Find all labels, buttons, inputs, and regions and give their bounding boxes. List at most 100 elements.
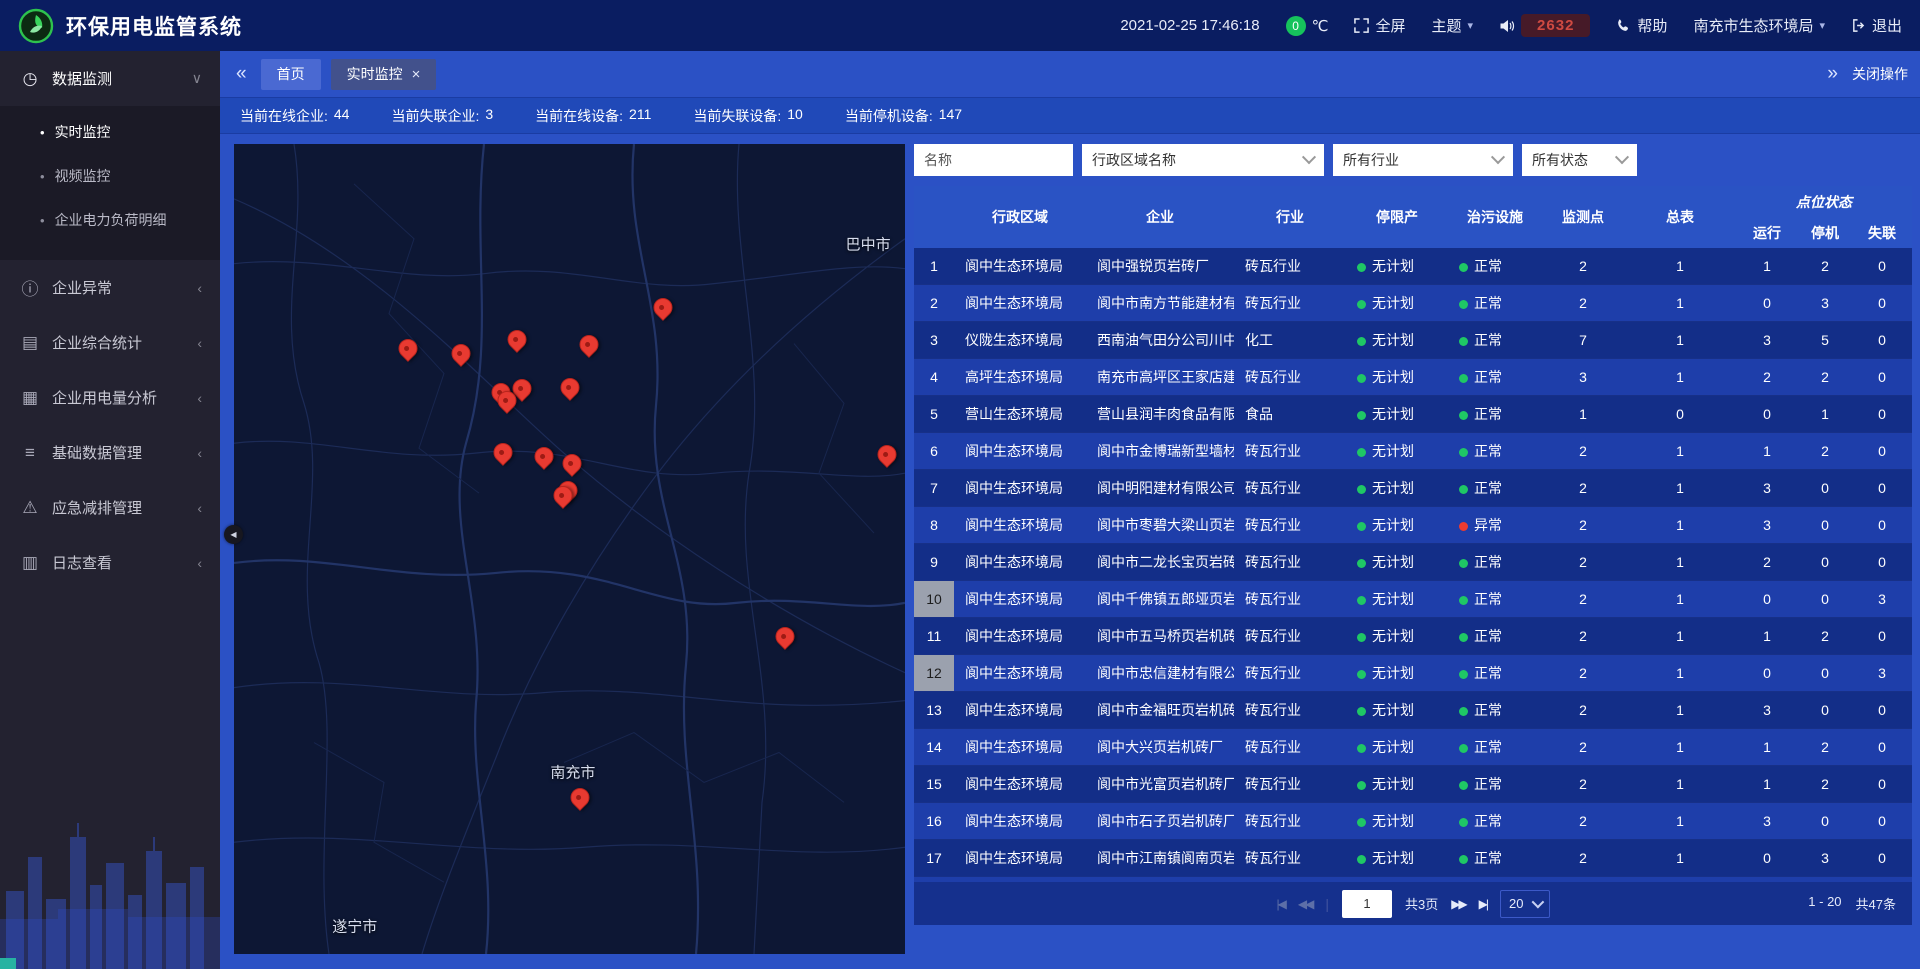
sidebar-item-label: 企业综合统计 (52, 332, 197, 353)
close-operations-button[interactable]: 关闭操作 (1852, 64, 1908, 84)
table-row[interactable]: 1阆中生态环境局阆中强锐页岩砖厂砖瓦行业无计划正常21120 (914, 248, 1912, 285)
table-row[interactable]: 3仪陇生态环境局西南油气田分公司川中化工无计划正常71350 (914, 322, 1912, 359)
sidebar-subitem-realtime-monitoring[interactable]: •实时监控 (0, 110, 220, 154)
chevron-down-icon (1531, 896, 1544, 909)
table-row[interactable]: 12阆中生态环境局阆中市忠信建材有限公砖瓦行业无计划正常21003 (914, 655, 1912, 692)
cell-bureau: 营山生态环境局 (954, 396, 1086, 433)
stat-offline-devices: 当前失联设备: 10 (693, 106, 802, 126)
sidebar-item-log-view[interactable]: ▥日志查看‹ (0, 535, 220, 590)
cell-running: 3 (1736, 803, 1798, 840)
cell-industry: 砖瓦行业 (1234, 766, 1346, 803)
stat-label: 当前失联设备: (693, 106, 781, 126)
cell-bureau: 阆中生态环境局 (954, 692, 1086, 729)
logout-button[interactable]: 退出 (1851, 15, 1902, 36)
plan-status-dot-icon (1357, 855, 1366, 864)
speaker-icon (1499, 18, 1515, 34)
table-row[interactable]: 7阆中生态环境局阆中明阳建材有限公司砖瓦行业无计划正常21300 (914, 470, 1912, 507)
sidebar-item-data-monitoring[interactable]: ◷数据监测∨ (0, 51, 220, 106)
cell-total-meters: 1 (1624, 433, 1736, 470)
plan-status-dot-icon (1357, 263, 1366, 272)
next-page-button[interactable]: ▶▶ (1451, 897, 1465, 911)
facility-status-dot-icon (1459, 744, 1468, 753)
cell-bureau: 阆中生态环境局 (954, 618, 1086, 655)
sidebar-item-enterprise-statistics[interactable]: ▤企业综合统计‹ (0, 315, 220, 370)
bullet-icon: • (40, 213, 45, 228)
sidebar-subitem-enterprise-power-load-detail[interactable]: •企业电力负荷明细 (0, 198, 220, 242)
cell-bureau: 阆中生态环境局 (954, 581, 1086, 618)
table-row[interactable]: 14阆中生态环境局阆中大兴页岩机砖厂砖瓦行业无计划正常21120 (914, 729, 1912, 766)
last-page-button[interactable]: ▶| (1479, 897, 1487, 911)
page-size-select[interactable]: 20 (1500, 890, 1549, 918)
status-select[interactable]: 所有状态 (1522, 144, 1637, 176)
tabs-scroll-left-button[interactable]: « (232, 63, 251, 85)
sidebar-item-basic-data-management[interactable]: ≡基础数据管理‹ (0, 425, 220, 480)
plan-status-dot-icon (1357, 670, 1366, 679)
cell-stopped: 2 (1798, 766, 1852, 803)
plan-status-dot-icon (1357, 374, 1366, 383)
prev-page-button[interactable]: ◀◀ (1298, 897, 1312, 911)
sidebar-item-emergency-reduction[interactable]: ⚠应急减排管理‹ (0, 480, 220, 535)
table-row[interactable]: 11阆中生态环境局阆中市五马桥页岩机砖砖瓦行业无计划正常21120 (914, 618, 1912, 655)
row-index: 4 (914, 359, 954, 396)
tab-close-icon[interactable]: × (412, 67, 421, 82)
table-row[interactable]: 5营山生态环境局营山县润丰肉食品有限食品无计划正常10010 (914, 396, 1912, 433)
map-collapse-button[interactable]: ◀ (224, 525, 243, 544)
tab-home[interactable]: 首页 (261, 59, 321, 90)
tab-realtime-monitoring[interactable]: 实时监控 × (331, 59, 437, 90)
table-row[interactable]: 4高坪生态环境局南充市高坪区王家店建砖瓦行业无计划正常31220 (914, 359, 1912, 396)
bullet-icon: • (40, 169, 45, 184)
tab-bar: « 首页 实时监控 × » 关闭操作 (220, 51, 1920, 97)
alert-indicator[interactable]: 2632 (1499, 14, 1590, 37)
cell-company: 南充市高坪区王家店建 (1086, 359, 1234, 396)
plan-status-dot-icon (1357, 633, 1366, 642)
table-row[interactable]: 2阆中生态环境局阆中市南方节能建材有砖瓦行业无计划正常21030 (914, 285, 1912, 322)
cell-pollution-facility: 正常 (1448, 655, 1542, 692)
logout-icon (1851, 18, 1866, 33)
table-row[interactable]: 9阆中生态环境局阆中市二龙长宝页岩砖砖瓦行业无计划正常21200 (914, 544, 1912, 581)
region-select[interactable]: 行政区域名称 (1082, 144, 1324, 176)
stat-label: 当前在线企业: (240, 106, 328, 126)
help-button[interactable]: 帮助 (1616, 15, 1667, 36)
app-window: 环保用电监管系统 2021-02-25 17:46:18 0 ℃ 全屏 主题 ▾ (0, 0, 1920, 969)
filter-bar: 行政区域名称 所有行业 所有状态 (914, 144, 1912, 176)
cell-stopped: 2 (1798, 433, 1852, 470)
header-stopped: 停机 (1798, 217, 1852, 248)
row-index: 14 (914, 729, 954, 766)
map-panel[interactable]: ◀ 巴中市南充市遂宁市 (234, 144, 905, 954)
name-search-input[interactable] (914, 144, 1073, 176)
cell-lost: 0 (1852, 322, 1912, 359)
cell-industry: 砖瓦行业 (1234, 507, 1346, 544)
cell-pollution-facility: 正常 (1448, 248, 1542, 285)
tabs-scroll-right-button[interactable]: » (1823, 63, 1842, 85)
cell-stopped: 0 (1798, 544, 1852, 581)
page-number-input[interactable] (1342, 890, 1392, 918)
plan-status-dot-icon (1357, 448, 1366, 457)
table-row[interactable]: 15阆中生态环境局阆中市光富页岩机砖厂砖瓦行业无计划正常21120 (914, 766, 1912, 803)
organization-dropdown[interactable]: 南充市生态环境局 ▾ (1693, 15, 1825, 36)
plan-status-dot-icon (1357, 781, 1366, 790)
organization-label: 南充市生态环境局 (1693, 15, 1813, 36)
sidebar-item-enterprise-power-analysis[interactable]: ▦企业用电量分析‹ (0, 370, 220, 425)
sidebar-subitem-video-monitoring[interactable]: •视频监控 (0, 154, 220, 198)
table-row[interactable]: 10阆中生态环境局阆中千佛镇五郎垭页岩砖瓦行业无计划正常21003 (914, 581, 1912, 618)
table-row[interactable]: 13阆中生态环境局阆中市金福旺页岩机砖砖瓦行业无计划正常21300 (914, 692, 1912, 729)
first-page-button[interactable]: |◀ (1277, 897, 1285, 911)
industry-select[interactable]: 所有行业 (1333, 144, 1513, 176)
fullscreen-button[interactable]: 全屏 (1354, 15, 1405, 36)
theme-dropdown[interactable]: 主题 ▾ (1432, 15, 1474, 36)
cell-company: 营山县润丰肉食品有限 (1086, 396, 1234, 433)
facility-status-dot-icon (1459, 300, 1468, 309)
sidebar-item-enterprise-abnormal[interactable]: ⓘ企业异常‹ (0, 260, 220, 315)
table-row[interactable]: 6阆中生态环境局阆中市金博瑞新型墙材砖瓦行业无计划正常21120 (914, 433, 1912, 470)
table-row[interactable]: 16阆中生态环境局阆中市石子页岩机砖厂砖瓦行业无计划正常21300 (914, 803, 1912, 840)
stat-value: 211 (629, 106, 651, 126)
cell-bureau: 阆中生态环境局 (954, 507, 1086, 544)
stat-label: 当前停机设备: (845, 106, 933, 126)
cell-stopped: 0 (1798, 581, 1852, 618)
cell-running: 1 (1736, 618, 1798, 655)
table-row[interactable]: 17阆中生态环境局阆中市江南镇阆南页岩砖瓦行业无计划正常21030 (914, 840, 1912, 877)
table-row[interactable]: 8阆中生态环境局阆中市枣碧大梁山页岩砖瓦行业无计划异常21300 (914, 507, 1912, 544)
map-city-label: 遂宁市 (332, 915, 377, 936)
cell-industry: 砖瓦行业 (1234, 692, 1346, 729)
cell-pollution-facility: 正常 (1448, 396, 1542, 433)
